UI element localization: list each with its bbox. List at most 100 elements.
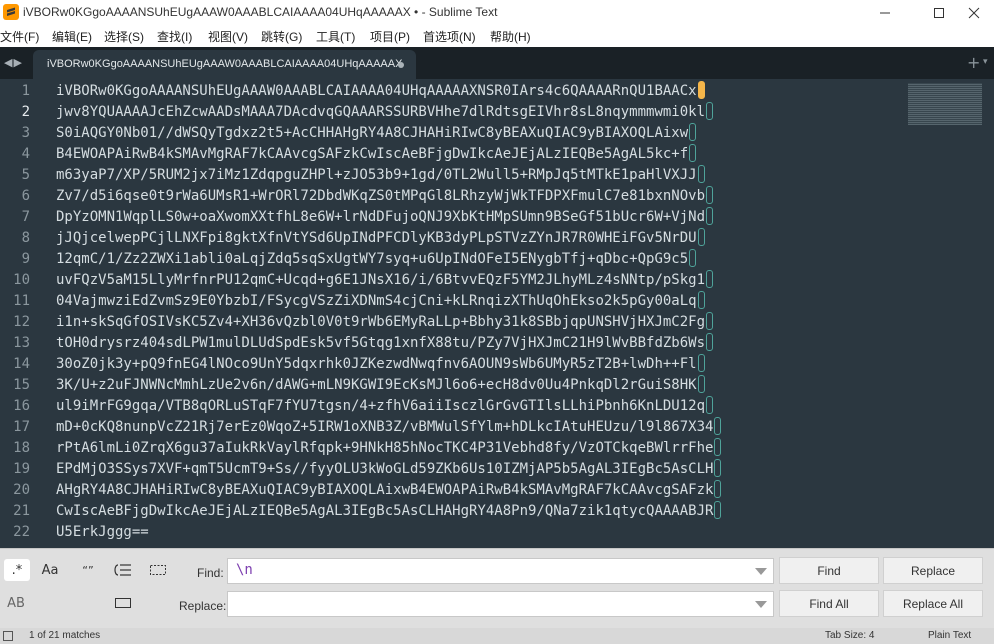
minimize-button[interactable] — [862, 0, 908, 25]
code-line[interactable]: uvFQzV5aM15LlyMrfnrPU12qmC+Ucqd+g6E1JNsX… — [56, 270, 714, 291]
close-window-button[interactable] — [954, 0, 994, 25]
wrap-toggle-icon[interactable] — [110, 559, 136, 581]
menu-preferences[interactable]: 首选项(N) — [423, 28, 476, 45]
code-line-text: jJQjcelwepPCjlLNXFpi8gktXfnVtYSd6UpINdPF… — [56, 230, 697, 246]
menu-help[interactable]: 帮助(H) — [490, 28, 531, 45]
code-line[interactable]: iVBORw0KGgoAAAANSUhEUgAAAW0AAABLCAIAAAA0… — [56, 81, 705, 102]
minimap[interactable] — [908, 83, 982, 125]
code-line[interactable]: 12qmC/1/Zz2ZWXi1abli0aLqjZdq5sqSxUgtWY7s… — [56, 249, 697, 270]
line-number: 3 — [21, 125, 30, 141]
code-line[interactable]: rPtA6lmLi0ZrqX6gu37aIukRkVaylRfqpk+9HNkH… — [56, 438, 722, 459]
code-line-text: uvFQzV5aM15LlyMrfnrPU12qmC+Ucqd+g6E1JNsX… — [56, 272, 706, 288]
line-number: 21 — [13, 503, 30, 519]
code-line[interactable]: jwv8YQUAAAAJcEhZcwAADsMAAA7DAcdvqGQAAARS… — [56, 102, 714, 123]
line-number: 10 — [13, 272, 30, 288]
code-line[interactable]: mD+0cKQ8nunpVcZ21Rj7erEz0WqoZ+5IRW1oXNB3… — [56, 417, 722, 438]
replace-all-button[interactable]: Replace All — [883, 590, 983, 617]
code-line[interactable]: jJQjcelwepPCjlLNXFpi8gktXfnVtYSd6UpINdPF… — [56, 228, 705, 249]
menu-file[interactable]: 文件(F) — [0, 28, 39, 45]
code-line[interactable]: 3K/U+z2uFJNWNcMmhLzUe2v6n/dAWG+mLN9KGWI9… — [56, 375, 705, 396]
maximize-icon — [934, 7, 944, 18]
code-line-text: CwIscAeBFjgDwIkcAeJEjALzIEQBe5AgAL3IEgBc… — [56, 503, 714, 519]
match-highlight — [706, 312, 714, 330]
line-number: 2 — [21, 104, 30, 120]
match-highlight — [714, 459, 722, 477]
new-tab-icon[interactable]: + — [967, 53, 980, 72]
editor-area[interactable]: 1 2 3 4 5 6 7 8 9 10 11 12 13 14 15 16 17 18 19 20 21 22 iVBO… — [0, 79, 994, 548]
code-line-text: tOH0drysrz404sdLPW1mulDLUdSpdEsk5vf5Gtqg… — [56, 335, 706, 351]
match-highlight — [706, 270, 714, 288]
menu-view[interactable]: 视图(V) — [208, 28, 248, 45]
whole-word-toggle-icon[interactable]: “” — [75, 559, 101, 581]
find-input[interactable]: \n — [227, 558, 774, 584]
highlight-matches-toggle-icon[interactable] — [110, 592, 136, 614]
tab-label: iVBORw0KGgoAAAANSUhEUgAAAW0AAABLCAIAAAA0… — [47, 58, 403, 70]
match-highlight — [706, 207, 714, 225]
line-number: 14 — [13, 356, 30, 372]
find-input-value: \n — [236, 562, 253, 578]
code-line[interactable]: S0iAQGY0Nb01//dWSQyTgdxz2t5+AcCHHAHgRY4A… — [56, 123, 697, 144]
line-number: 13 — [13, 335, 30, 351]
line-number: 9 — [21, 251, 30, 267]
match-count: 1 of 21 matches — [29, 630, 101, 641]
code-line[interactable]: m63yaP7/XP/5RUM2jx7iMz1ZdqpguZHPl+zJO53b… — [56, 165, 705, 186]
code-line-text: AHgRY4A8CJHAHiRIwC8yBEAXuQIAC9yBIAXOQLAi… — [56, 482, 714, 498]
preserve-case-toggle-icon[interactable]: AB — [3, 592, 29, 614]
code-line-text: DpYzOMN1WqplLS0w+oaXwomXXtfhL8e6W+lrNdDF… — [56, 209, 706, 225]
code-line[interactable]: 30oZ0jk3y+pQ9fnEG4lNOco9UnY5dqxrhk0JZKez… — [56, 354, 705, 375]
code-line[interactable]: ul9iMrFG9gqa/VTB8qORLuSTqF7fYU7tgsn/4+zf… — [56, 396, 714, 417]
menu-find[interactable]: 查找(I) — [157, 28, 192, 45]
console-toggle-icon[interactable] — [3, 631, 13, 641]
code-line[interactable]: 04VajmwziEdZvmSz9E0YbzbI/FSycgVSzZiXDNmS… — [56, 291, 705, 312]
replace-button[interactable]: Replace — [883, 557, 983, 584]
code-line[interactable]: CwIscAeBFjgDwIkcAeJEjALzIEQBe5AgAL3IEgBc… — [56, 501, 722, 522]
code-line[interactable]: B4EWOAPAiRwB4kSMAvMgRAF7kCAAvcgSAFzkCwIs… — [56, 144, 697, 165]
menu-tools[interactable]: 工具(T) — [316, 28, 355, 45]
line-number-gutter: 1 2 3 4 5 6 7 8 9 10 11 12 13 14 15 16 17 18 19 20 21 22 — [0, 79, 44, 548]
regex-toggle-icon[interactable]: .* — [4, 559, 30, 581]
line-number: 12 — [13, 314, 30, 330]
tab-navigation-arrows-icon[interactable]: ◀▶ — [4, 56, 23, 69]
code-line-text: B4EWOAPAiRwB4kSMAvMgRAF7kCAAvcgSAFzkCwIs… — [56, 146, 689, 162]
tab-list-icon[interactable]: ▾ — [983, 57, 988, 67]
replace-input[interactable] — [227, 591, 774, 617]
line-number: 15 — [13, 377, 30, 393]
tab-size-indicator[interactable]: Tab Size: 4 — [825, 630, 874, 641]
tab-active-file[interactable]: iVBORw0KGgoAAAANSUhEUgAAAW0AAABLCAIAAAA0… — [33, 50, 416, 79]
selected-match-highlight — [697, 81, 705, 99]
line-number: 8 — [21, 230, 30, 246]
menu-edit[interactable]: 编辑(E) — [52, 28, 92, 45]
code-line[interactable]: DpYzOMN1WqplLS0w+oaXwomXXtfhL8e6W+lrNdDF… — [56, 207, 714, 228]
find-panel: .* Aa “” AB Find: \n Replace: Find Repla… — [0, 548, 994, 629]
code-line[interactable]: AHgRY4A8CJHAHiRIwC8yBEAXuQIAC9yBIAXOQLAi… — [56, 480, 722, 501]
syntax-indicator[interactable]: Plain Text — [928, 630, 971, 641]
find-all-button[interactable]: Find All — [779, 590, 879, 617]
line-number: 7 — [21, 209, 30, 225]
menu-project[interactable]: 项目(P) — [370, 28, 410, 45]
in-selection-toggle-icon[interactable] — [145, 559, 171, 581]
code-line[interactable]: Zv7/d5i6qse0t9rWa6UMsR1+WrORl72DbdWKqZS0… — [56, 186, 714, 207]
code-line-text: jwv8YQUAAAAJcEhZcwAADsMAAA7DAcdvqGQAAARS… — [56, 104, 706, 120]
code-line[interactable]: i1n+skSqGfOSIVsKC5Zv4+XH36vQzbl0V0t9rWb6… — [56, 312, 714, 333]
replace-history-dropdown-icon[interactable] — [755, 601, 767, 608]
code-line-text: mD+0cKQ8nunpVcZ21Rj7erEz0WqoZ+5IRW1oXNB3… — [56, 419, 714, 435]
line-number: 11 — [13, 293, 30, 309]
code-line[interactable]: tOH0drysrz404sdLPW1mulDLUdSpdEsk5vf5Gtqg… — [56, 333, 714, 354]
match-highlight — [689, 249, 697, 267]
sublime-text-logo-icon — [3, 4, 19, 20]
menu-selection[interactable]: 选择(S) — [104, 28, 144, 45]
menu-goto[interactable]: 跳转(G) — [261, 28, 302, 45]
code-line-text: EPdMjO3SSys7XVF+qmT5UcmT9+Ss//fyyOLU3kWo… — [56, 461, 714, 477]
code-line[interactable]: EPdMjO3SSys7XVF+qmT5UcmT9+Ss//fyyOLU3kWo… — [56, 459, 722, 480]
line-number: 5 — [21, 167, 30, 183]
find-history-dropdown-icon[interactable] — [755, 568, 767, 575]
line-number: 16 — [13, 398, 30, 414]
match-highlight — [714, 438, 722, 456]
find-button[interactable]: Find — [779, 557, 879, 584]
unsaved-indicator-icon[interactable] — [398, 62, 404, 68]
window-title: iVBORw0KGgoAAAANSUhEUgAAAW0AAABLCAIAAAA0… — [23, 5, 498, 19]
code-line[interactable]: U5ErkJggg== — [56, 522, 149, 543]
match-highlight — [697, 228, 705, 246]
case-sensitive-toggle-icon[interactable]: Aa — [37, 559, 63, 581]
code-line-text: 3K/U+z2uFJNWNcMmhLzUe2v6n/dAWG+mLN9KGWI9… — [56, 377, 697, 393]
